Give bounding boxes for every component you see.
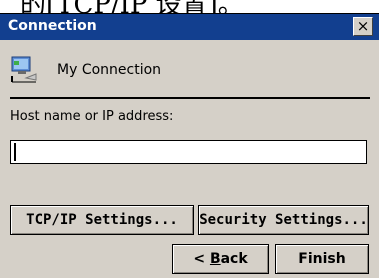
finish-button[interactable]: Finish — [275, 244, 369, 274]
connection-name: My Connection — [57, 62, 162, 78]
title-bar[interactable]: Connection × — [0, 14, 379, 40]
back-accel: B — [209, 251, 221, 267]
security-settings-button[interactable]: Security Settings... — [198, 205, 369, 235]
connection-dialog: Connection × My Connection Host name or … — [0, 13, 379, 278]
host-label: Host name or IP address: — [10, 109, 174, 124]
text-caret — [14, 143, 16, 161]
tcpip-settings-button[interactable]: TCP/IP Settings... — [10, 205, 194, 235]
close-button[interactable]: × — [353, 17, 373, 36]
close-icon: × — [356, 17, 370, 35]
window-title: Connection — [8, 18, 97, 34]
separator-line — [10, 97, 370, 99]
back-prefix: < — [193, 251, 210, 267]
back-rest: ack — [220, 251, 248, 267]
back-button[interactable]: < Back — [172, 244, 269, 274]
host-input[interactable] — [10, 140, 367, 164]
network-connection-icon — [11, 56, 37, 83]
